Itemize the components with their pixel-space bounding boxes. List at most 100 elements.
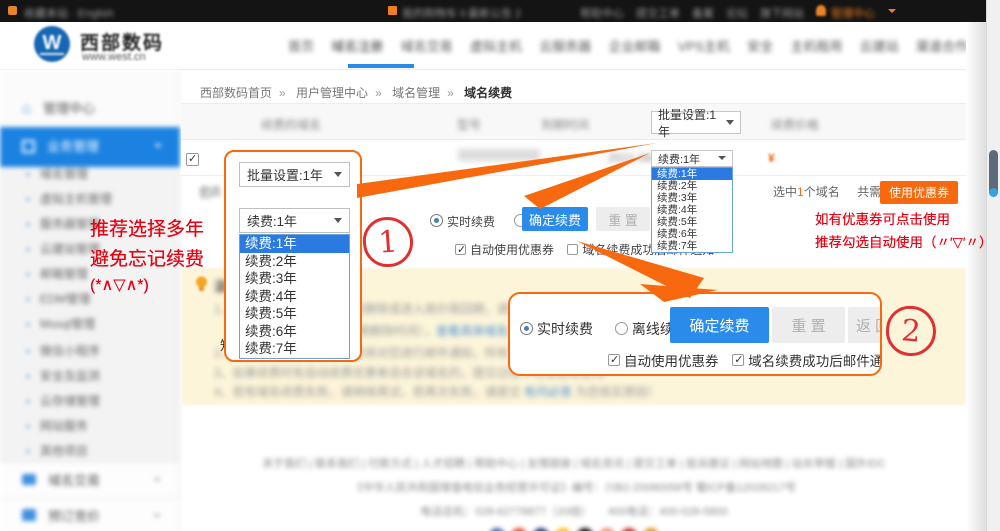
dropdown-option[interactable]: 续费:7年 [652, 240, 732, 252]
reset-button[interactable]: 重 置 [596, 207, 650, 231]
auto-coupon-checkbox[interactable] [455, 244, 466, 255]
notice-line: 4、若有域名续费失败，请稍候再试，若再次失败，请提交 有问必答 为您核实原因！ [214, 383, 659, 400]
row-checkbox[interactable] [186, 153, 199, 166]
bulb-icon [195, 276, 208, 293]
callout-realtime-radio[interactable] [520, 322, 533, 335]
dropdown-option[interactable]: 续费:3年 [652, 192, 732, 204]
callout-auto-coupon-checkbox[interactable] [608, 354, 620, 366]
callout-back-button[interactable]: 返 回 [848, 307, 882, 343]
sidebar-item-preorder[interactable]: 预订竞价 [0, 498, 179, 531]
scrollbar[interactable] [986, 0, 1000, 531]
callout-batch-value: 批量设置:1年 [247, 165, 323, 184]
nav-home[interactable]: 首页 [288, 36, 314, 55]
callout-email-notify-checkbox[interactable] [732, 354, 744, 366]
topbar-item-forum[interactable]: 论坛 [726, 5, 748, 21]
sidebar-item-other[interactable]: •其他项目 [0, 442, 180, 459]
nav-enterprise-mail[interactable]: 企业邮箱 [608, 36, 660, 55]
logo[interactable]: W [34, 26, 70, 62]
sidebar-item-domain-trade[interactable]: 域名交易 [0, 462, 179, 497]
row-price-currency: ¥ [768, 151, 775, 165]
topbar-item-sites[interactable]: 旗下网站 [760, 5, 804, 21]
dropdown-option[interactable]: 续费:2年 [652, 180, 732, 192]
sidebar-item-wechat[interactable]: •微信小程序 [0, 342, 180, 359]
batch-year-select[interactable]: 批量设置:1年 [651, 111, 741, 134]
callout-reset-button[interactable]: 重 置 [772, 307, 845, 343]
col-price: 续费价格 [771, 116, 819, 133]
callout-renew-year-select[interactable]: 续费:1年 [239, 208, 350, 233]
breadcrumb-domain-mgmt[interactable]: 域名管理 [392, 86, 440, 100]
logo-url: www.west.cn [82, 51, 146, 63]
select-all-label: 全选 [199, 183, 221, 199]
sidebar-item-storage[interactable]: •云存储管理 [0, 392, 180, 409]
use-coupon-button[interactable]: 使用优惠券 [880, 181, 958, 204]
dropdown-option[interactable]: 续费:4年 [240, 288, 349, 306]
nav-cloud-server[interactable]: 云服务器 [539, 36, 591, 55]
callout-offline-radio[interactable] [615, 322, 628, 335]
topbar-left-label[interactable]: 收藏本站 · English [24, 5, 114, 21]
nav-site-builder[interactable]: 云建站 [860, 36, 899, 55]
realtime-radio[interactable] [430, 214, 443, 227]
sidebar-home[interactable]: ⌂管理中心 [0, 98, 180, 117]
callout-batch-year-select[interactable]: 批量设置:1年 [239, 162, 350, 187]
sidebar-item-hosting[interactable]: •虚拟主机管理 [0, 190, 180, 207]
nav-active-underline [348, 64, 414, 68]
topbar-item-beian[interactable]: 备案 [692, 5, 714, 21]
nav-domain-register[interactable]: 域名注册 [331, 36, 383, 55]
chevron-down-icon [153, 514, 161, 522]
nav-host-rental[interactable]: 主机租用 [790, 36, 842, 55]
callout-confirm-renew-button[interactable]: 确定续费 [670, 307, 769, 343]
breadcrumb: 西部数码首页» 用户管理中心» 域名管理» 域名续费 [200, 84, 512, 101]
cart-icon[interactable] [388, 6, 397, 15]
chevron-down-icon [718, 156, 726, 164]
chevron-down-icon [334, 172, 342, 181]
nav-security[interactable]: 安全 [747, 36, 773, 55]
user-icon [816, 5, 826, 16]
col-type: 型号 [457, 116, 481, 133]
top-utility-bar: 收藏本站 · English 我的购物车 0 最新公告 2 帮助中心 提交工单 … [0, 0, 1000, 22]
bullet-icon: • [26, 446, 30, 458]
breadcrumb-home[interactable]: 西部数码首页 [200, 86, 272, 100]
sidebar-item-security[interactable]: •安全及监测 [0, 367, 180, 384]
nav-domain-trade[interactable]: 域名交易 [401, 36, 453, 55]
nav-web-hosting[interactable]: 虚拟主机 [470, 36, 522, 55]
cart-label[interactable]: 我的购物车 0 [402, 5, 466, 21]
renew-year-select-value: 续费:1年 [658, 151, 700, 167]
dropdown-option[interactable]: 续费:1年 [652, 168, 732, 180]
nav-channel[interactable]: 渠道合作 [916, 36, 968, 55]
callout-renew-dropdown: 续费:1年 续费:2年 续费:3年 续费:4年 续费:5年 续费:6年 续费:7… [239, 234, 350, 359]
dropdown-option[interactable]: 续费:7年 [240, 340, 349, 358]
notice-link[interactable]: 有问必答 [524, 385, 572, 399]
annotation-left-emoticon: (*∧▽∧*) [90, 275, 149, 295]
dropdown-option[interactable]: 续费:6年 [652, 228, 732, 240]
dropdown-option[interactable]: 续费:5年 [652, 216, 732, 228]
footer-license: 《中华人民共和国增值电信业务经营许可证》编号：川B2-20080058号 蜀IC… [181, 479, 967, 495]
bullet-icon: • [26, 194, 30, 206]
dropdown-option[interactable]: 续费:4年 [652, 204, 732, 216]
table-header: 续费的域名 型号 到期时间 续费价格 [181, 104, 967, 140]
topbar-item-help[interactable]: 帮助中心 [580, 5, 624, 21]
nav-vps[interactable]: VPS主机 [678, 36, 730, 55]
dropdown-option[interactable]: 续费:2年 [240, 253, 349, 271]
dropdown-option[interactable]: 续费:1年 [240, 235, 349, 253]
chevron-down-icon [153, 478, 161, 486]
notice-label[interactable]: 最新公告 2 [468, 5, 521, 21]
dropdown-option[interactable]: 续费:6年 [240, 323, 349, 341]
confirm-renew-button[interactable]: 确定续费 [522, 207, 588, 231]
dropdown-option[interactable]: 续费:3年 [240, 270, 349, 288]
renew-year-select[interactable]: 续费:1年 [651, 150, 733, 167]
sidebar-item-mssql[interactable]: •Mssql管理 [0, 315, 180, 332]
user-center-menu[interactable]: 管理中心 [831, 5, 875, 21]
email-notify-checkbox[interactable] [567, 244, 578, 255]
sidebar-item-domain[interactable]: •域名管理 [0, 165, 180, 182]
footer-links[interactable]: 关于我们 | 联系我们 | 付款方式 | 人才招聘 | 帮助中心 | 友情链接 … [181, 455, 967, 471]
footer: 关于我们 | 联系我们 | 付款方式 | 人才招聘 | 帮助中心 | 友情链接 … [181, 447, 967, 531]
sidebar-group-business[interactable]: 业务管理 [0, 127, 180, 167]
callout-options-row: 自动使用优惠券 域名续费成功后邮件通知我 [608, 350, 882, 370]
topbar-item-ticket[interactable]: 提交工单 [636, 5, 680, 21]
breadcrumb-user-center[interactable]: 用户管理中心 [296, 86, 368, 100]
footer-phones: 电话总机：028-62778877（20线） 400电话：400-028-580… [181, 503, 967, 519]
sidebar-home-label: 管理中心 [43, 101, 95, 116]
page-edge-shadow [966, 22, 986, 531]
dropdown-option[interactable]: 续费:5年 [240, 305, 349, 323]
sidebar-item-webservice[interactable]: •网站服务 [0, 417, 180, 434]
